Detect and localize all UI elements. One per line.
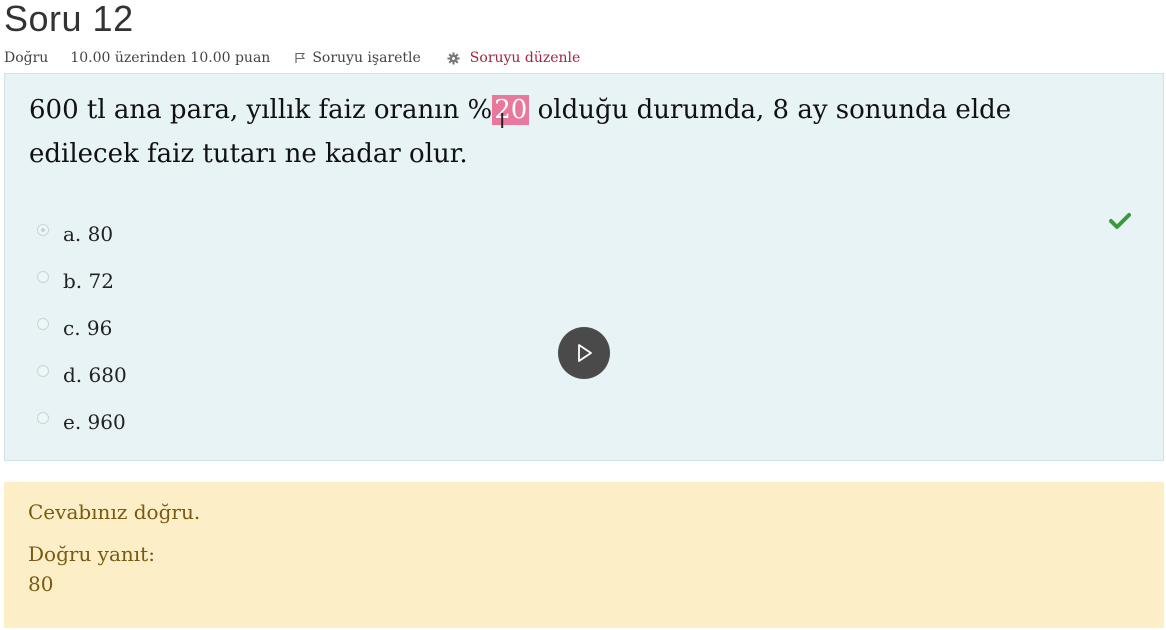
answer-label-e: e. 960	[63, 409, 126, 434]
flag-icon	[295, 53, 306, 63]
edit-question-link[interactable]: Soruyu düzenle	[447, 50, 581, 66]
play-icon	[578, 344, 592, 362]
answer-radio-b[interactable]	[37, 270, 49, 283]
question-info: Doğru 10.00 üzerinden 10.00 puan Soruyu …	[4, 50, 580, 66]
right-answer-value: 80	[28, 572, 54, 596]
question-box: 600 tl ana para, yıllık faiz oranın %20 I…	[4, 73, 1164, 461]
answer-radio-d[interactable]	[37, 364, 49, 377]
selected-text-highlight[interactable]: 20 I	[492, 95, 530, 133]
answer-label-d: d. 680	[63, 362, 127, 387]
question-state: Doğru	[4, 50, 49, 66]
check-icon	[1109, 213, 1131, 229]
flag-question-label: Soruyu işaretle	[312, 50, 421, 66]
feedback-box: Cevabınız doğru. Doğru yanıt: 80	[4, 482, 1164, 628]
gear-icon	[447, 51, 460, 65]
right-answer-label: Doğru yanıt:	[28, 542, 155, 566]
question-grade: 10.00 üzerinden 10.00 puan	[70, 50, 271, 66]
answer-list: a. 80 b. 72 c. 96 d. 680 e. 960	[37, 210, 127, 445]
question-text: 600 tl ana para, yıllık faiz oranın %20 I…	[29, 88, 1129, 176]
text-cursor-icon: I	[499, 109, 506, 133]
answer-option-e[interactable]: e. 960	[37, 398, 127, 445]
answer-radio-a[interactable]	[37, 223, 49, 236]
question-title: Soru 12	[4, 0, 134, 39]
answer-label-c: c. 96	[63, 315, 113, 340]
question-text-before: 600 tl ana para, yıllık faiz oranın %	[29, 95, 493, 125]
feedback-message: Cevabınız doğru.	[28, 500, 201, 524]
answer-option-c[interactable]: c. 96	[37, 304, 127, 351]
answer-radio-e[interactable]	[37, 411, 49, 424]
answer-option-a[interactable]: a. 80	[37, 210, 127, 257]
answer-label-b: b. 72	[63, 268, 114, 293]
answer-radio-c[interactable]	[37, 317, 49, 330]
answer-option-b[interactable]: b. 72	[37, 257, 127, 304]
flag-question-link[interactable]: Soruyu işaretle	[294, 50, 421, 66]
video-play-button[interactable]	[558, 327, 610, 379]
answer-option-d[interactable]: d. 680	[37, 351, 127, 398]
answer-label-a: a. 80	[63, 221, 114, 246]
edit-question-label: Soruyu düzenle	[469, 50, 581, 66]
